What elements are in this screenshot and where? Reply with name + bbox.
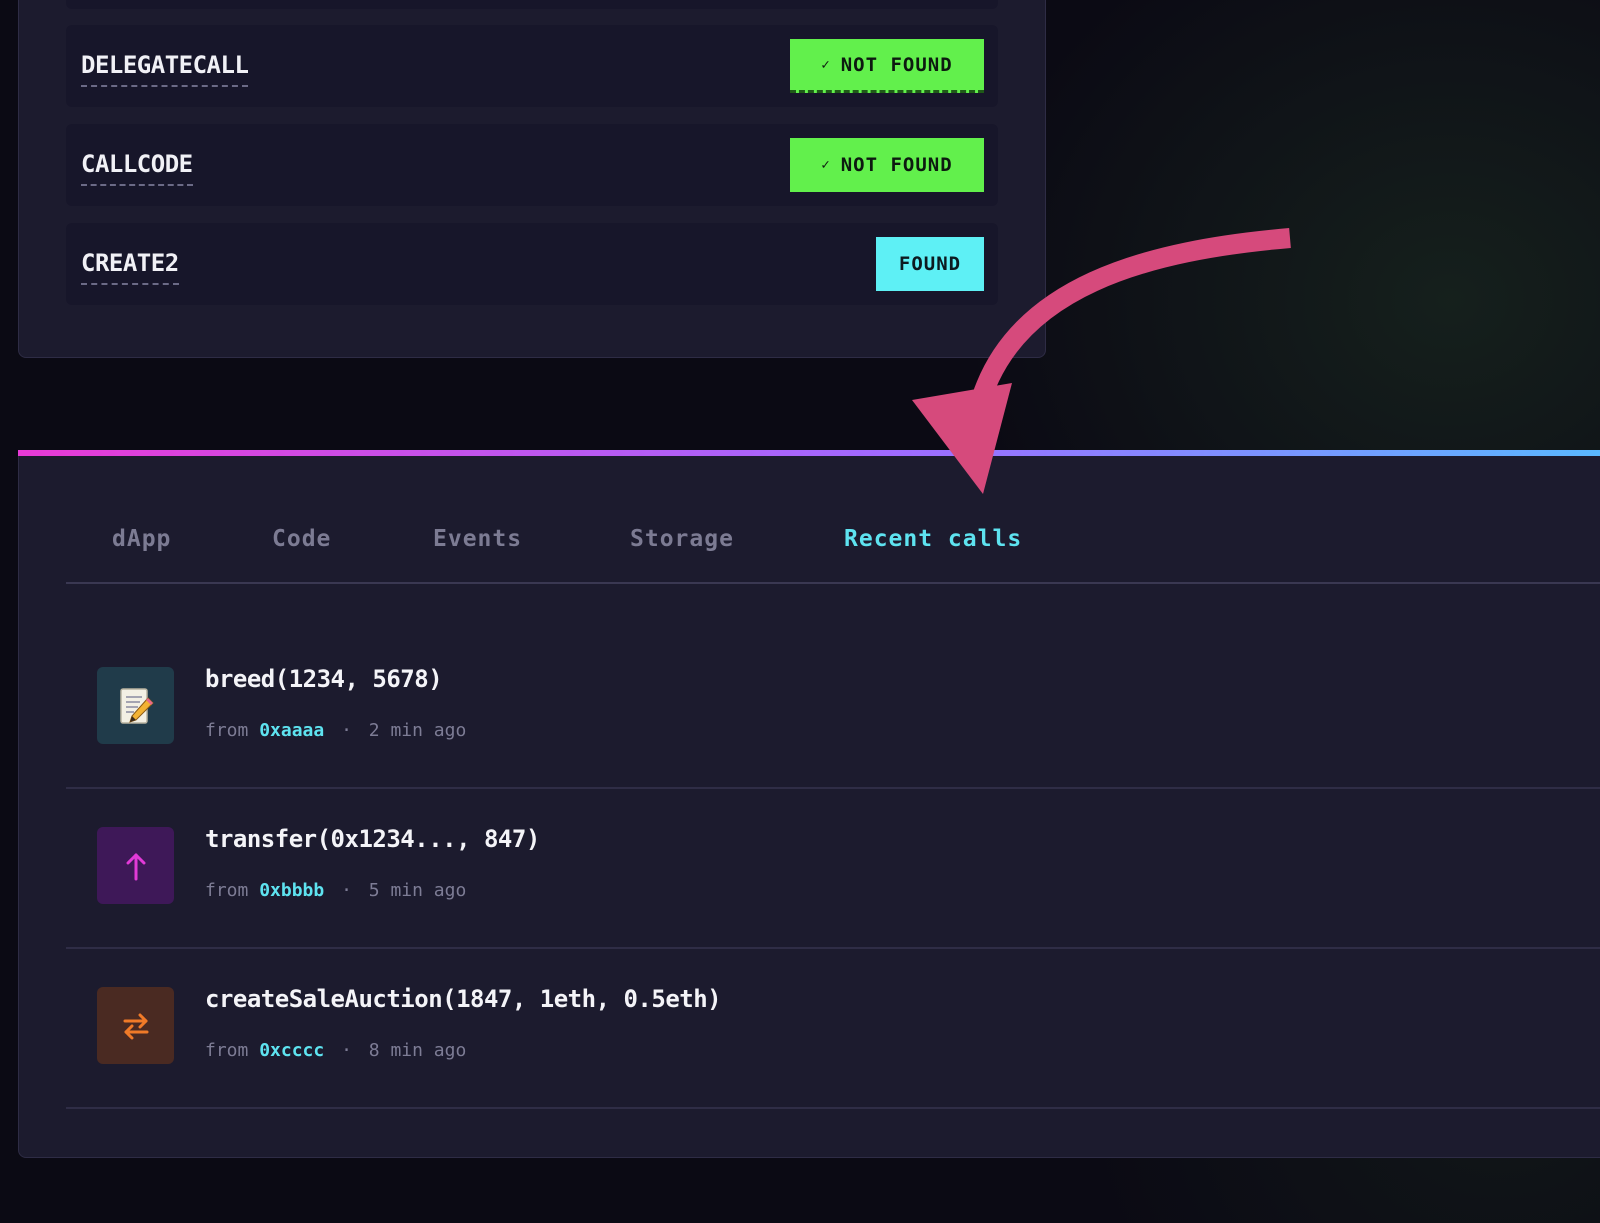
tab-code[interactable]: Code [272, 526, 331, 552]
call-function-signature: transfer(0x1234..., 847) [205, 825, 540, 853]
tab-recent-calls[interactable]: Recent calls [844, 526, 1022, 552]
call-meta: from 0xaaaa · 2 min ago [205, 720, 466, 741]
sender-address-link[interactable]: 0xcccc [259, 1040, 324, 1061]
status-badge-label: NOT FOUND [840, 53, 953, 76]
from-label: from [205, 720, 249, 741]
tab-dapp[interactable]: dApp [112, 526, 171, 552]
call-timestamp: 5 min ago [368, 880, 467, 901]
call-list-item[interactable]: createSaleAuction(1847, 1eth, 0.5eth) fr… [66, 950, 1600, 1109]
opcode-name[interactable]: DELEGATECALL [81, 51, 249, 87]
status-badge-not-found[interactable]: ✓ NOT FOUND [790, 39, 984, 93]
status-badge-label: FOUND [898, 253, 962, 275]
sender-address-link[interactable]: 0xbbbb [259, 880, 324, 901]
opcode-row-partial [66, 0, 998, 9]
meta-separator: · [341, 1040, 352, 1061]
call-list-item[interactable]: breed(1234, 5678) from 0xaaaa · 2 min ag… [66, 630, 1600, 789]
opcode-name[interactable]: CREATE2 [81, 249, 179, 285]
status-badge-label: NOT FOUND [840, 154, 953, 176]
call-timestamp: 8 min ago [368, 1040, 467, 1061]
meta-separator: · [341, 720, 352, 741]
status-badge-not-found[interactable]: ✓ NOT FOUND [790, 138, 984, 192]
up-arrow-icon [97, 827, 174, 904]
tab-events[interactable]: Events [433, 526, 522, 552]
from-label: from [205, 1040, 249, 1061]
sender-address-link[interactable]: 0xaaaa [259, 720, 324, 741]
call-function-signature: createSaleAuction(1847, 1eth, 0.5eth) [205, 985, 722, 1013]
opcode-row-delegatecall: DELEGATECALL ✓ NOT FOUND [66, 25, 998, 107]
call-timestamp: 2 min ago [368, 720, 467, 741]
memo-icon [97, 667, 174, 744]
panel-accent-bar [18, 450, 1600, 456]
check-icon: ✓ [821, 157, 831, 173]
check-icon: ✓ [821, 56, 831, 73]
call-meta: from 0xbbbb · 5 min ago [205, 880, 466, 901]
from-label: from [205, 880, 249, 901]
opcode-row-callcode: CALLCODE ✓ NOT FOUND [66, 124, 998, 206]
call-list-item[interactable]: transfer(0x1234..., 847) from 0xbbbb · 5… [66, 790, 1600, 949]
swap-arrows-icon [97, 987, 174, 1064]
opcode-row-create2: CREATE2 FOUND [66, 223, 998, 305]
call-function-signature: breed(1234, 5678) [205, 665, 443, 693]
opcode-name[interactable]: CALLCODE [81, 150, 193, 186]
meta-separator: · [341, 880, 352, 901]
call-meta: from 0xcccc · 8 min ago [205, 1040, 466, 1061]
tab-bar: dApp Code Events Storage Recent calls [66, 496, 1600, 584]
status-badge-found[interactable]: FOUND [876, 237, 984, 291]
tab-storage[interactable]: Storage [630, 526, 734, 552]
